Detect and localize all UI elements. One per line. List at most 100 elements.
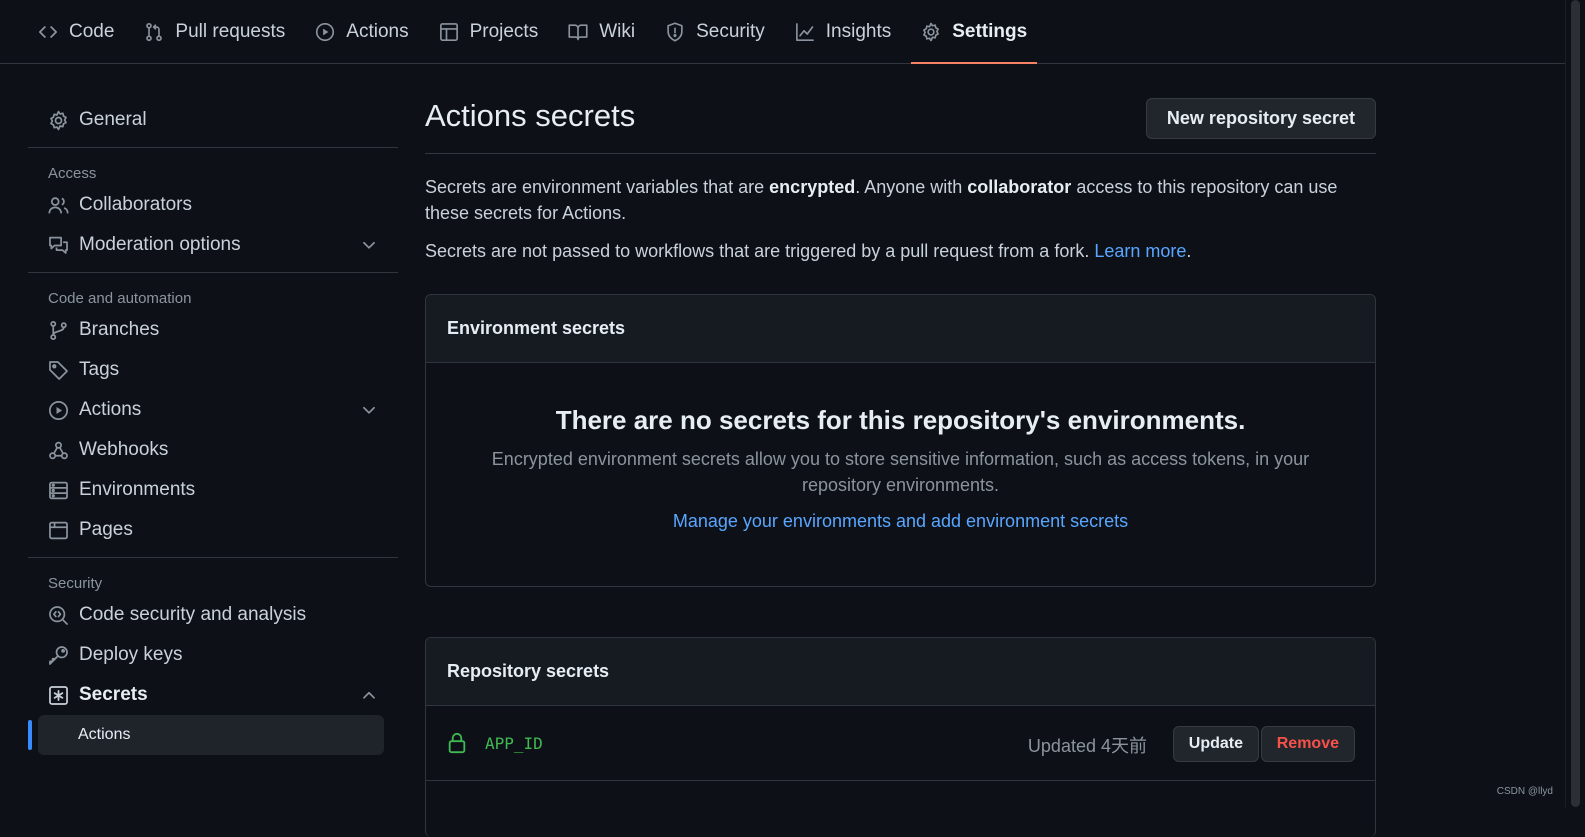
tab-projects-label: Projects bbox=[470, 21, 539, 43]
sidebar-heading-code-automation: Code and automation bbox=[28, 280, 398, 310]
sidebar-item-label: Code security and analysis bbox=[79, 604, 306, 626]
intro-bold-collaborator: collaborator bbox=[967, 177, 1071, 197]
sidebar-subitem-label: Actions bbox=[78, 726, 130, 744]
tab-insights-label: Insights bbox=[826, 21, 891, 43]
tab-projects[interactable]: Projects bbox=[429, 0, 549, 63]
page-header: Actions secrets New repository secret bbox=[425, 98, 1376, 154]
repository-secrets-box: Repository secrets APP_ID Updated 4天前 Up… bbox=[425, 637, 1376, 837]
sidebar-item-code-security[interactable]: Code security and analysis bbox=[28, 595, 398, 635]
blankslate: There are no secrets for this repository… bbox=[426, 363, 1375, 532]
play-circle-icon bbox=[48, 400, 69, 421]
sidebar-item-deploy-keys[interactable]: Deploy keys bbox=[28, 635, 398, 675]
divider bbox=[28, 272, 398, 273]
sidebar-item-label: General bbox=[79, 109, 147, 131]
sidebar-item-pages[interactable]: Pages bbox=[28, 510, 398, 550]
git-branch-icon bbox=[48, 320, 69, 341]
sidebar-item-moderation[interactable]: Moderation options bbox=[28, 225, 398, 265]
chevron-down-icon[interactable] bbox=[360, 401, 378, 419]
tab-security-label: Security bbox=[696, 21, 765, 43]
divider bbox=[28, 557, 398, 558]
git-pull-request-icon bbox=[144, 22, 164, 42]
gear-icon bbox=[921, 22, 941, 42]
divider bbox=[28, 147, 398, 148]
environment-secrets-heading: Environment secrets bbox=[426, 295, 1375, 363]
sidebar-item-label: Tags bbox=[79, 359, 119, 381]
settings-sidebar: General Access Collaborators Moderation … bbox=[28, 100, 398, 755]
sidebar-item-label: Deploy keys bbox=[79, 644, 183, 666]
sidebar-item-general[interactable]: General bbox=[28, 100, 398, 140]
browser-icon bbox=[48, 520, 69, 541]
tab-wiki-label: Wiki bbox=[599, 21, 635, 43]
sidebar-item-label: Moderation options bbox=[79, 234, 241, 256]
page-title: Actions secrets bbox=[425, 98, 635, 134]
remove-secret-button[interactable]: Remove bbox=[1261, 726, 1355, 762]
new-repository-secret-button[interactable]: New repository secret bbox=[1146, 98, 1376, 139]
fork-note: Secrets are not passed to workflows that… bbox=[425, 238, 1376, 264]
scrollbar[interactable] bbox=[1565, 0, 1585, 807]
scrollbar-thumb[interactable] bbox=[1571, 0, 1580, 807]
people-icon bbox=[48, 195, 69, 216]
tab-settings-label: Settings bbox=[952, 21, 1027, 43]
table-icon bbox=[439, 22, 459, 42]
server-icon bbox=[48, 480, 69, 501]
period: . bbox=[1186, 241, 1191, 261]
blankslate-description: Encrypted environment secrets allow you … bbox=[461, 446, 1341, 498]
intro-text: Secrets are environment variables that a… bbox=[425, 177, 769, 197]
learn-more-link[interactable]: Learn more bbox=[1094, 241, 1186, 261]
comment-discussion-icon bbox=[48, 235, 69, 256]
sidebar-item-webhooks[interactable]: Webhooks bbox=[28, 430, 398, 470]
tab-code[interactable]: Code bbox=[28, 0, 124, 63]
watermark: CSDN @llyd bbox=[1497, 786, 1553, 797]
tab-code-label: Code bbox=[69, 21, 114, 43]
shield-icon bbox=[665, 22, 685, 42]
graph-icon bbox=[795, 22, 815, 42]
webhook-icon bbox=[48, 440, 69, 461]
tab-security[interactable]: Security bbox=[655, 0, 775, 63]
environment-secrets-box: Environment secrets There are no secrets… bbox=[425, 294, 1376, 587]
repository-secrets-heading: Repository secrets bbox=[426, 638, 1375, 706]
sidebar-item-collaborators[interactable]: Collaborators bbox=[28, 185, 398, 225]
tab-wiki[interactable]: Wiki bbox=[558, 0, 645, 63]
repo-nav: Code Pull requests Actions Projects Wiki… bbox=[0, 0, 1565, 64]
manage-environments-line: Manage your environments and add environ… bbox=[426, 511, 1375, 532]
sidebar-item-label: Webhooks bbox=[79, 439, 168, 461]
gear-icon bbox=[48, 110, 69, 131]
secret-name: APP_ID bbox=[485, 734, 543, 753]
tab-pull-requests[interactable]: Pull requests bbox=[134, 0, 295, 63]
code-icon bbox=[38, 22, 58, 42]
sidebar-item-label: Environments bbox=[79, 479, 195, 501]
chevron-down-icon[interactable] bbox=[360, 236, 378, 254]
tag-icon bbox=[48, 360, 69, 381]
secrets-intro: Secrets are environment variables that a… bbox=[425, 174, 1376, 226]
sidebar-item-label: Secrets bbox=[79, 684, 148, 706]
sidebar-item-secrets[interactable]: Secrets bbox=[28, 675, 398, 715]
update-secret-button[interactable]: Update bbox=[1173, 726, 1259, 762]
tab-insights[interactable]: Insights bbox=[785, 0, 901, 63]
main-content: Actions secrets New repository secret Se… bbox=[425, 98, 1376, 837]
secret-row: APP_ID Updated 4天前 Update Remove bbox=[426, 706, 1375, 781]
codescan-icon bbox=[48, 605, 69, 626]
sidebar-item-label: Pages bbox=[79, 519, 133, 541]
sidebar-item-branches[interactable]: Branches bbox=[28, 310, 398, 350]
tab-pull-requests-label: Pull requests bbox=[175, 21, 285, 43]
sidebar-heading-security: Security bbox=[28, 565, 398, 595]
key-asterisk-icon bbox=[48, 685, 69, 706]
play-circle-icon bbox=[315, 22, 335, 42]
key-icon bbox=[48, 645, 69, 666]
manage-environments-link[interactable]: Manage your environments and add environ… bbox=[673, 511, 1128, 531]
fork-note-text: Secrets are not passed to workflows that… bbox=[425, 241, 1094, 261]
tab-actions[interactable]: Actions bbox=[305, 0, 418, 63]
sidebar-heading-access: Access bbox=[28, 155, 398, 185]
sidebar-item-tags[interactable]: Tags bbox=[28, 350, 398, 390]
intro-text: . Anyone with bbox=[855, 177, 967, 197]
book-icon bbox=[568, 22, 588, 42]
sidebar-item-actions[interactable]: Actions bbox=[28, 390, 398, 430]
secret-updated: Updated 4天前 bbox=[1028, 732, 1147, 758]
tab-settings[interactable]: Settings bbox=[911, 0, 1037, 63]
sidebar-item-environments[interactable]: Environments bbox=[28, 470, 398, 510]
sidebar-subitem-secrets-actions[interactable]: Actions bbox=[38, 715, 384, 755]
sidebar-item-label: Actions bbox=[79, 399, 141, 421]
intro-bold-encrypted: encrypted bbox=[769, 177, 855, 197]
chevron-up-icon[interactable] bbox=[360, 686, 378, 704]
lock-icon bbox=[447, 732, 467, 754]
